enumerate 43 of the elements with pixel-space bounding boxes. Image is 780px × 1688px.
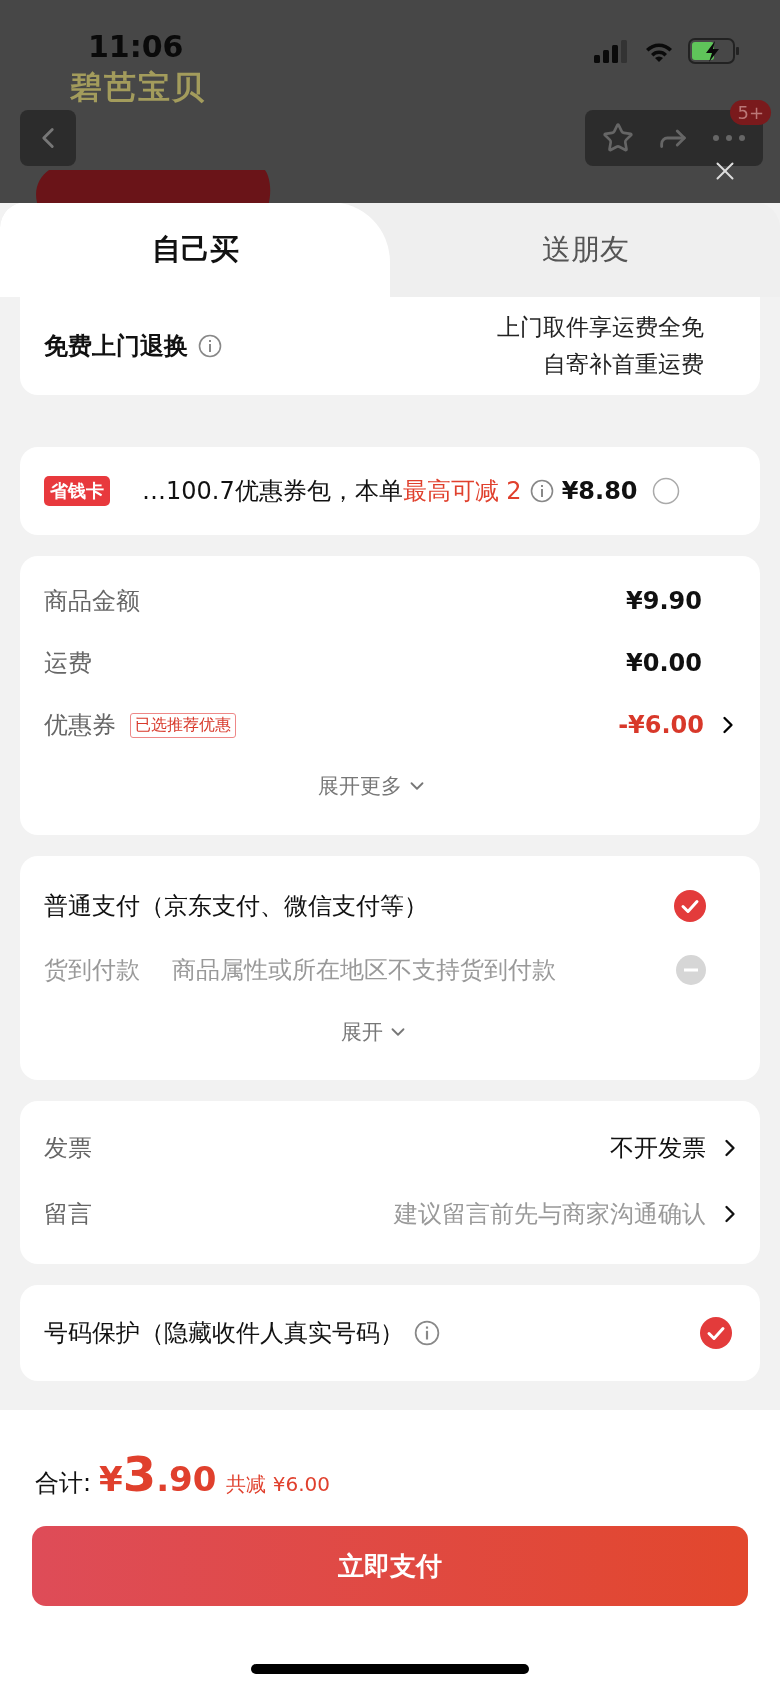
logo: 碧芭宝贝 bbox=[70, 67, 206, 108]
tab[interactable]: 自己买 bbox=[0, 202, 390, 297]
service-note: 上门取件享运费全免 bbox=[497, 313, 704, 342]
summary-label: 运费 bbox=[44, 648, 92, 679]
checked-icon[interactable] bbox=[674, 890, 706, 922]
battery-icon bbox=[688, 38, 740, 64]
tab[interactable]: 送朋友 bbox=[390, 202, 780, 297]
summary-label: 优惠券 bbox=[44, 710, 116, 741]
summary-value: ¥9.90 bbox=[626, 587, 702, 615]
radio-icon[interactable] bbox=[651, 477, 680, 505]
summary-label: 商品金额 bbox=[44, 586, 140, 617]
notification-badge: 5+ bbox=[730, 100, 771, 125]
payment-option[interactable]: 普通支付（京东支付、微信支付等） bbox=[44, 890, 428, 922]
star-icon[interactable] bbox=[602, 122, 634, 154]
info-icon[interactable] bbox=[529, 479, 554, 503]
status-time: 11:06 bbox=[88, 29, 184, 64]
service-title: 免费上门退换 bbox=[44, 331, 188, 362]
summary-value: ¥0.00 bbox=[626, 649, 702, 677]
coupon-tag: 已选推荐优惠 bbox=[130, 712, 236, 738]
total-label: 合计: bbox=[35, 1468, 92, 1499]
savings-tag: 省钱卡 bbox=[44, 476, 110, 506]
expand-more-link[interactable]: 展开更多 bbox=[318, 756, 428, 816]
more-icon[interactable] bbox=[712, 134, 746, 142]
pay-button[interactable]: 立即支付 bbox=[32, 1526, 748, 1606]
payment-note: 商品属性或所在地区不支持货到付款 bbox=[172, 955, 556, 986]
signal-icon bbox=[594, 39, 630, 63]
option-hint[interactable]: 建议留言前先与商家沟通确认 bbox=[394, 1198, 706, 1230]
wifi-icon bbox=[644, 40, 674, 62]
total-amount: ¥3.90 bbox=[99, 1446, 217, 1502]
info-icon[interactable] bbox=[198, 334, 222, 358]
option-label: 留言 bbox=[44, 1199, 92, 1230]
savings-offer: …100.7优惠券包，本单最高可减 2 bbox=[142, 476, 522, 507]
option-label: 发票 bbox=[44, 1133, 92, 1164]
checked-icon[interactable] bbox=[700, 1317, 732, 1349]
expand-link[interactable]: 展开 bbox=[341, 1002, 409, 1062]
info-icon[interactable] bbox=[414, 1320, 440, 1346]
service-note: 自寄补首重运费 bbox=[543, 350, 704, 379]
option-value[interactable]: 不开发票 bbox=[610, 1132, 706, 1164]
discount-value: -¥6.00 bbox=[618, 711, 704, 739]
saved-amount: 共减 ¥6.00 bbox=[226, 1471, 331, 1498]
savings-price: ¥8.80 bbox=[561, 477, 638, 505]
privacy-label: 号码保护（隐藏收件人真实号码） bbox=[44, 1318, 404, 1349]
back-button[interactable] bbox=[20, 110, 76, 166]
